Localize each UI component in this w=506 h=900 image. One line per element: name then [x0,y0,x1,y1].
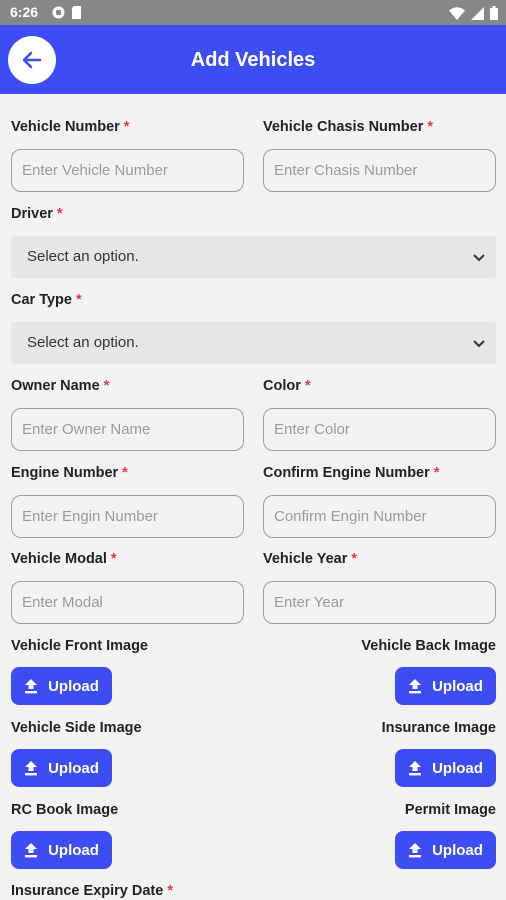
required-marker: * [304,378,311,394]
upload-front-image-button[interactable]: Upload [11,667,112,705]
required-marker: * [427,119,434,135]
status-bar: 6:26 [0,0,506,25]
required-marker: * [167,883,173,899]
owner-name-label: Owner Name * [11,378,110,394]
page-title: Add Vehicles [190,49,316,71]
upload-icon [25,679,38,694]
required-marker: * [433,465,440,481]
upload-side-image-button[interactable]: Upload [11,749,112,787]
vehicle-side-image-label: Vehicle Side Image [11,720,142,736]
chevron-down-icon [473,254,485,262]
car-type-select-value: Select an option. [27,334,139,351]
upload-button-label: Upload [48,759,99,777]
vehicle-back-image-label: Vehicle Back Image [361,638,496,654]
chasis-number-label: Vehicle Chasis Number * [263,119,434,135]
status-time: 6:26 [10,4,39,20]
required-marker: * [123,119,130,135]
required-marker: * [56,206,63,222]
upload-button-label: Upload [432,841,483,859]
engine-number-input[interactable] [11,495,244,538]
chevron-down-icon [473,340,485,348]
upload-button-label: Upload [48,677,99,695]
driver-select[interactable]: Select an option. [11,236,496,278]
driver-select-value: Select an option. [27,248,139,265]
upload-permit-image-button[interactable]: Upload [395,831,496,869]
upload-icon [25,761,38,776]
color-label: Color * [263,378,311,394]
color-input[interactable] [263,408,496,451]
driver-label: Driver * [11,206,63,222]
vehicle-number-input[interactable] [11,149,244,192]
battery-icon [490,6,498,25]
app-bar: Add Vehicles [0,25,506,94]
vehicle-number-label: Vehicle Number * [11,119,130,135]
required-marker: * [110,551,117,567]
upload-icon [409,761,422,776]
upload-rc-book-image-button[interactable]: Upload [11,831,112,869]
vehicle-modal-input[interactable] [11,581,244,624]
upload-icon [409,679,422,694]
gamepad-icon [52,6,65,24]
vehicle-year-input[interactable] [263,581,496,624]
required-marker: * [351,551,358,567]
confirm-engine-number-label: Confirm Engine Number * [263,465,440,481]
insurance-expiry-date-label: Insurance Expiry Date * [11,883,173,899]
upload-button-label: Upload [48,841,99,859]
chasis-number-input[interactable] [263,149,496,192]
vehicle-modal-label: Vehicle Modal * [11,551,117,567]
car-type-label: Car Type * [11,292,82,308]
upload-button-label: Upload [432,759,483,777]
rc-book-image-label: RC Book Image [11,802,119,818]
sd-card-icon [71,6,82,24]
vehicle-front-image-label: Vehicle Front Image [11,638,148,654]
upload-back-image-button[interactable]: Upload [395,667,496,705]
insurance-image-label: Insurance Image [381,720,496,736]
upload-icon [409,843,422,858]
upload-button-label: Upload [432,677,483,695]
upload-insurance-image-button[interactable]: Upload [395,749,496,787]
confirm-engine-number-input[interactable] [263,495,496,538]
required-marker: * [75,292,82,308]
required-marker: * [122,465,128,481]
permit-image-label: Permit Image [404,802,496,818]
upload-icon [25,843,38,858]
car-type-select[interactable]: Select an option. [11,322,496,364]
signal-icon [471,6,484,25]
wifi-icon [449,6,465,25]
engine-number-label: Engine Number * [11,465,128,481]
owner-name-input[interactable] [11,408,244,451]
vehicle-year-label: Vehicle Year * [263,551,358,567]
required-marker: * [103,378,110,394]
